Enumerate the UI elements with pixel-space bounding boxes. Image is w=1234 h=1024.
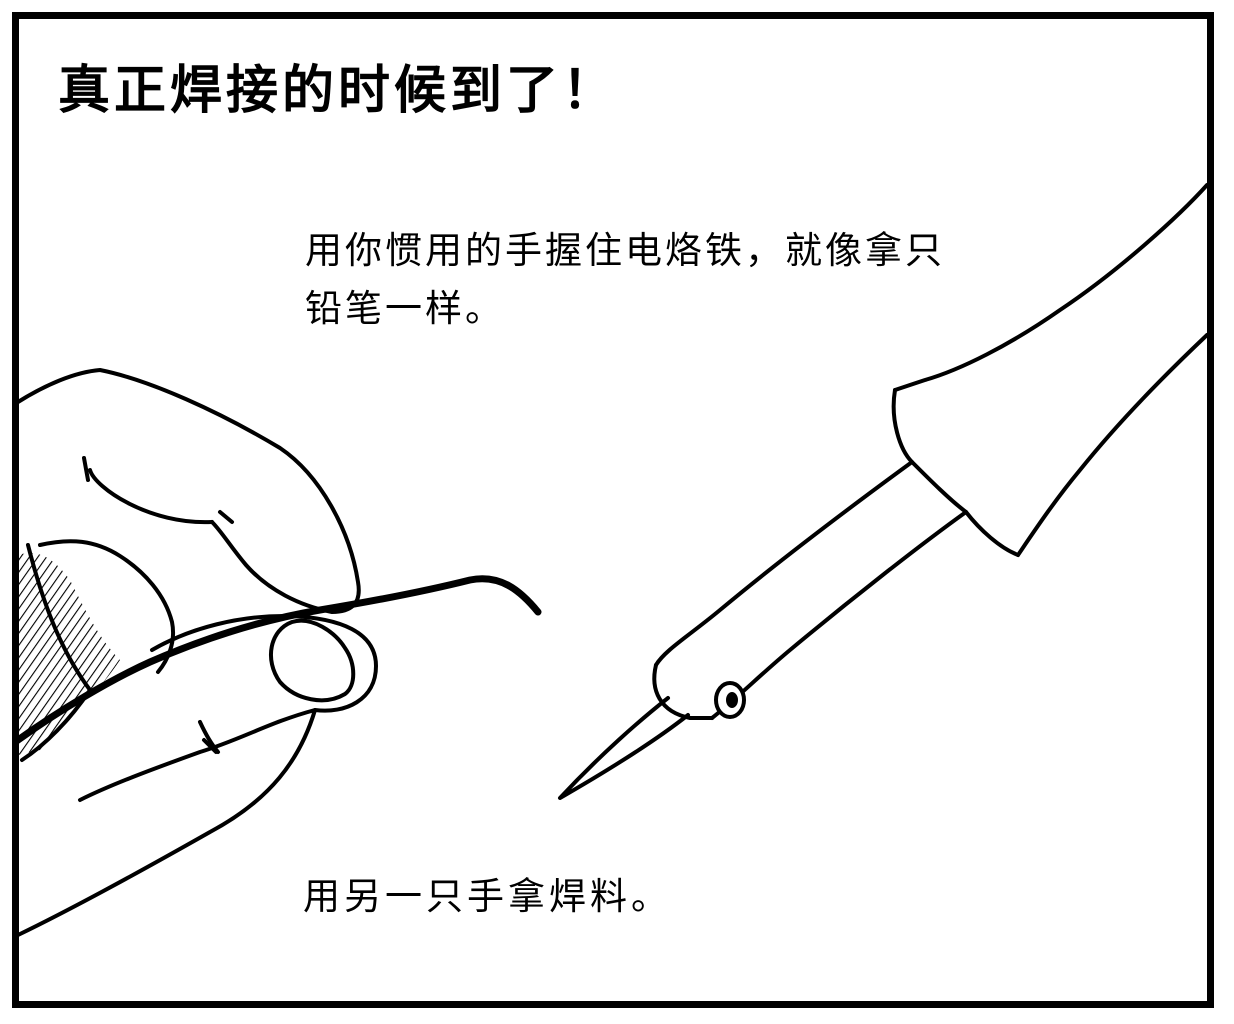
comic-panel-canvas: 真正焊接的时候到了！ 用你惯用的手握住电烙铁，就像拿只 铅笔一样。 用另一只手拿… [0,0,1234,1024]
knuckle-line [88,468,214,525]
iron-shaft-end [652,663,714,720]
iron-tip [558,696,690,800]
knuckle-tick-1 [82,456,90,482]
iron-screw-hole [726,692,738,708]
palm-outline [16,708,317,937]
knuckle-tick-2 [218,510,234,524]
panel-title: 真正焊接的时候到了！ [58,60,619,121]
thumbnail-outline [268,618,356,703]
caption-hold-iron: 用你惯用的手握住电烙铁，就像拿只 铅笔一样。 [305,229,945,330]
iron-handle-bottom [1016,333,1209,557]
iron-shaft-top [654,460,914,667]
thumb-outline [78,613,378,802]
iron-shaft-bottom [710,510,968,720]
caption-hold-solder: 用另一只手拿焊料。 [303,875,672,918]
index-finger-outline [16,368,361,614]
iron-grip-flare [891,388,1020,557]
